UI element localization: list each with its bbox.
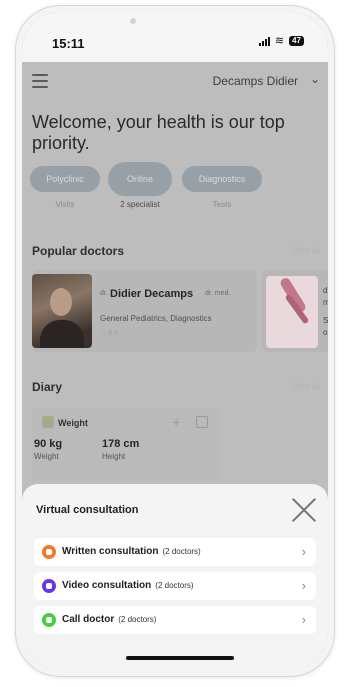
scale-icon [42,416,54,428]
partial-card-text: ol [323,328,328,337]
diagnostics-sub: Tests [212,200,232,209]
battery-icon: 47 [289,36,304,46]
option-count: (2 doctors) [162,547,201,556]
partial-card-text: S [323,316,328,325]
doctor-photo [32,274,92,348]
doctor-card-image [266,276,318,348]
doctor-specialty: General Pediatrics, Diagnostics [100,314,212,323]
diary-title: Diary [32,380,63,394]
option-count: (2 doctors) [118,615,157,624]
chat-icon [42,545,56,559]
online-sub: 2 specialist [120,200,160,209]
diagnostics-button[interactable]: Diagnostics [182,166,262,192]
add-entry-button[interactable]: + [172,414,180,430]
app-screen: 15:11 ≋ 47 Decamps Didier ⌄ Welcome, you… [22,12,328,670]
option-label: Written consultation [62,546,159,557]
chevron-right-icon: › [301,578,306,593]
chevron-down-icon[interactable]: ⌄ [310,72,320,86]
weight-label: Weight [34,452,59,461]
call-doctor-option[interactable]: Call doctor (2 doctors) › [34,606,316,634]
polyclinic-sub: Visits [55,200,75,209]
home-indicator [126,656,234,660]
doctor-suffix: dr. med. [205,290,231,297]
status-icons: ≋ 47 [258,34,304,47]
height-label: Height [102,452,126,461]
status-bar: 15:11 ≋ 47 [22,12,328,62]
doctor-prefix: dr. [100,290,108,297]
wifi-icon: ≋ [274,34,285,47]
option-count: (2 doctors) [155,581,194,590]
welcome-heading: Welcome, your health is our top priority… [32,112,285,153]
video-icon [42,579,56,593]
edit-icon[interactable] [196,416,208,428]
close-icon[interactable] [290,496,318,524]
polyclinic-button[interactable]: Polyclinic [30,166,100,192]
online-button[interactable]: Online [108,162,172,196]
user-name[interactable]: Decamps Didier [213,74,298,88]
phone-frame: 15:11 ≋ 47 Decamps Didier ⌄ Welcome, you… [16,6,334,676]
partial-card-text: m [323,298,328,307]
weight-card-title: Weight [58,418,88,428]
doctor-name: Didier Decamps [110,288,194,300]
chevron-right-icon: › [301,612,306,627]
signal-icon [258,36,270,46]
virtual-consultation-sheet: Virtual consultation Written consultatio… [22,484,328,670]
sheet-title: Virtual consultation [36,504,139,516]
written-consultation-option[interactable]: Written consultation (2 doctors) › [34,538,316,566]
popular-doctors-title: Popular doctors [32,244,125,258]
partial-card-text: dr [323,286,328,295]
weight-value: 90 kg [34,438,63,450]
height-value: 178 cm [102,438,140,450]
camera-dot [130,18,136,24]
video-consultation-option[interactable]: Video consultation (2 doctors) › [34,572,316,600]
option-label: Call doctor [62,614,115,625]
view-all-diary-link[interactable]: View all [293,382,320,391]
top-bar: Decamps Didier ⌄ [22,62,328,98]
view-all-doctors-link[interactable]: View all [293,246,320,255]
option-label: Video consultation [62,580,152,591]
doctor-rating: ☆ 5.0 [100,330,118,337]
phone-icon [42,613,56,627]
chevron-right-icon: › [301,544,306,559]
status-time: 15:11 [52,36,85,51]
menu-icon[interactable] [32,74,48,92]
